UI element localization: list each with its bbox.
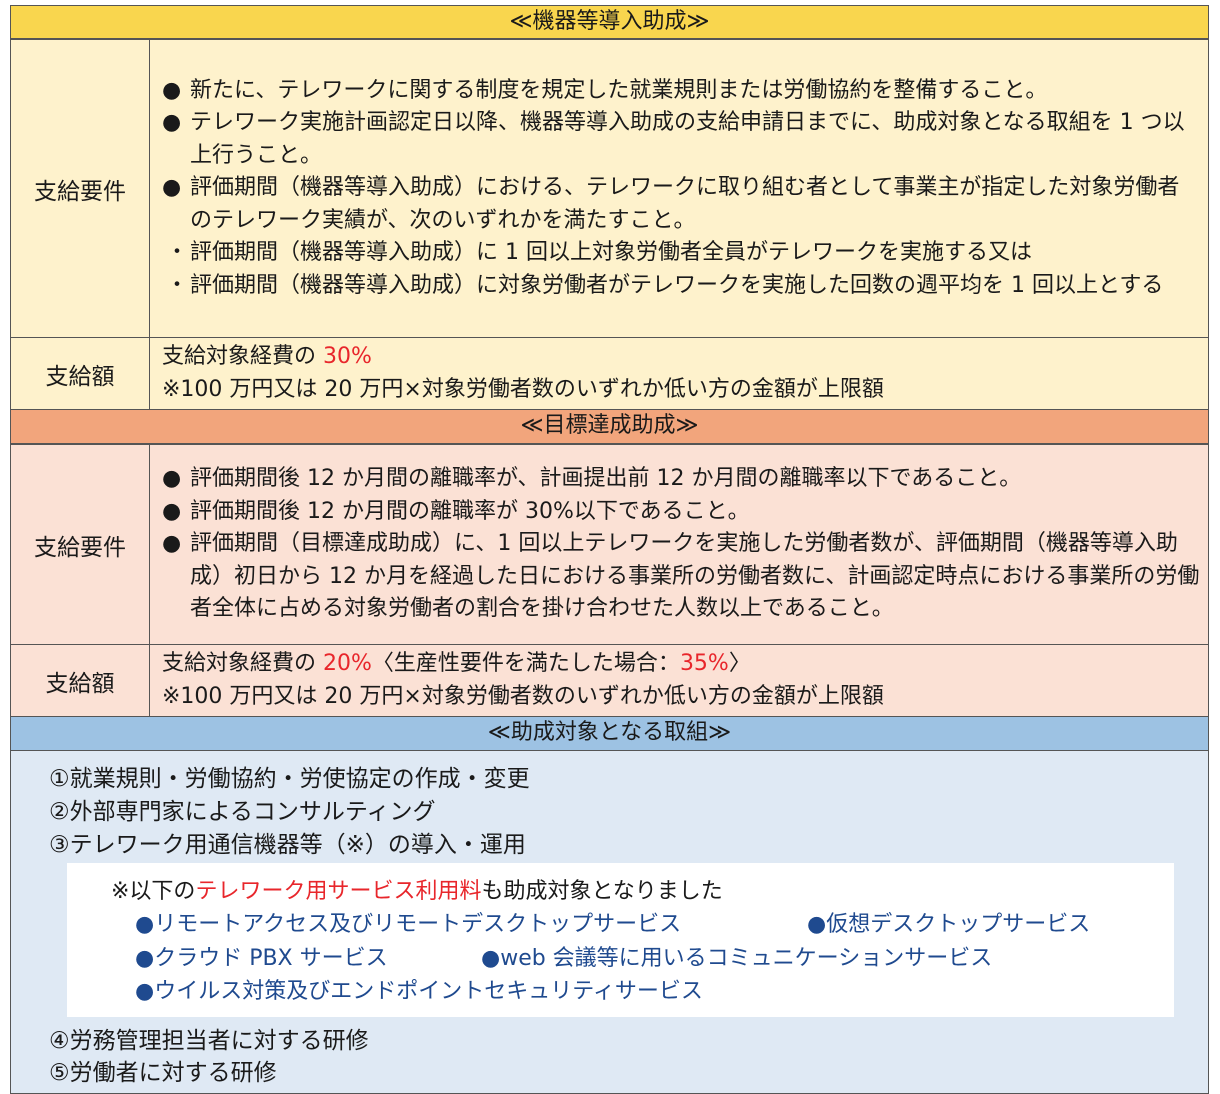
amount-note: ※100 万円又は 20 万円×対象労働者数のいずれか低い方の金額が上限額: [162, 376, 884, 402]
section1-amount-label: 支給額: [10, 337, 150, 410]
section1-req-list: ● 新たに、テレワークに関する制度を規定した就業規則または労働協約を整備すること。…: [149, 39, 1209, 338]
service-fee-note: ※以下のテレワーク用サービス利用料も助成対象となりました: [111, 879, 723, 904]
section1-table: 支給要件 ● 新たに、テレワークに関する制度を規定した就業規則または労働協約を整備…: [10, 39, 1209, 410]
section1-title: ≪機器等導入助成≫: [10, 5, 1209, 39]
section2-table: 支給要件 ● 評価期間後 12 か月間の離職率が、計画提出前 12 か月間の離職率…: [10, 444, 1209, 717]
amount-rate: 30%: [323, 344, 372, 369]
list-item: ②外部専門家によるコンサルティング: [49, 799, 436, 825]
service-item: ●web 会議等に用いるコミュニケーションサービス: [481, 946, 993, 971]
list-item: ・評価期間（機器等導入助成）に対象労働者がテレワークを実施した回数の週平均を 1…: [166, 272, 1164, 298]
list-item: ①就業規則・労働協約・労使協定の作成・変更: [49, 766, 530, 792]
list-item: ⑤労働者に対する研修: [49, 1060, 277, 1086]
list-item: ● テレワーク実施計画認定日以降、機器等導入助成の支給申請日までに、助成対象となる…: [162, 110, 1185, 168]
list-item: ● 新たに、テレワークに関する制度を規定した就業規則または労働協約を整備すること。: [162, 77, 1048, 103]
section2-amount-label: 支給額: [10, 644, 150, 717]
amount-note: ※100 万円又は 20 万円×対象労働者数のいずれか低い方の金額が上限額: [162, 683, 884, 709]
list-item: ● 評価期間（機器等導入助成）における、テレワークに取り組む者として事業主が指定し…: [162, 175, 1180, 233]
list-item: ● 評価期間後 12 か月間の離職率が 30%以下であること。: [162, 498, 750, 524]
list-item: ● 評価期間後 12 か月間の離職率が、計画提出前 12 か月間の離職率以下である…: [162, 466, 1022, 492]
amount-rate: 20%: [323, 651, 372, 676]
section2-amount: 支給対象経費の 20%〈生産性要件を満たした場合：35%〉 ※100 万円又は …: [149, 644, 1209, 717]
section3-body: ①就業規則・労働協約・労使協定の作成・変更 ②外部専門家によるコンサルティング …: [10, 751, 1209, 1094]
amount-prefix: 支給対象経費の: [162, 651, 317, 676]
section1-req-label: 支給要件: [10, 39, 150, 338]
list-item: ④労務管理担当者に対する研修: [49, 1028, 369, 1054]
section3-title: ≪助成対象となる取組≫: [10, 717, 1209, 751]
list-item: ・評価期間（機器等導入助成）に 1 回以上対象労働者全員がテレワークを実施する又…: [166, 240, 1032, 266]
service-item: ●ウイルス対策及びエンドポイントセキュリティサービス: [135, 979, 703, 1004]
section2-req-list: ● 評価期間後 12 か月間の離職率が、計画提出前 12 か月間の離職率以下である…: [149, 444, 1209, 645]
amount-paren-close: 〉: [728, 651, 751, 676]
section2-title: ≪目標達成助成≫: [10, 410, 1209, 444]
service-fee-note-box: ※以下のテレワーク用サービス利用料も助成対象となりました ●リモートアクセス及び…: [67, 863, 1174, 1017]
amount-rate-productivity: 35%: [679, 651, 729, 676]
list-item: ● 評価期間（目標達成助成）に、1 回以上テレワークを実施した労働者数が、評価期間…: [162, 531, 1200, 622]
section1-amount: 支給対象経費の 30% ※100 万円又は 20 万円×対象労働者数のいずれか低…: [149, 337, 1209, 410]
service-item: ●リモートアクセス及びリモートデスクトップサービス: [135, 912, 682, 937]
service-item: ●クラウド PBX サービス: [135, 946, 388, 971]
section2-req-label: 支給要件: [10, 444, 150, 645]
service-item: ●仮想デスクトップサービス: [807, 912, 1091, 937]
amount-paren-open: 〈生産性要件を満たした場合：: [371, 651, 680, 676]
list-item: ③テレワーク用通信機器等（※）の導入・運用: [49, 832, 526, 858]
amount-prefix: 支給対象経費の: [162, 344, 317, 369]
